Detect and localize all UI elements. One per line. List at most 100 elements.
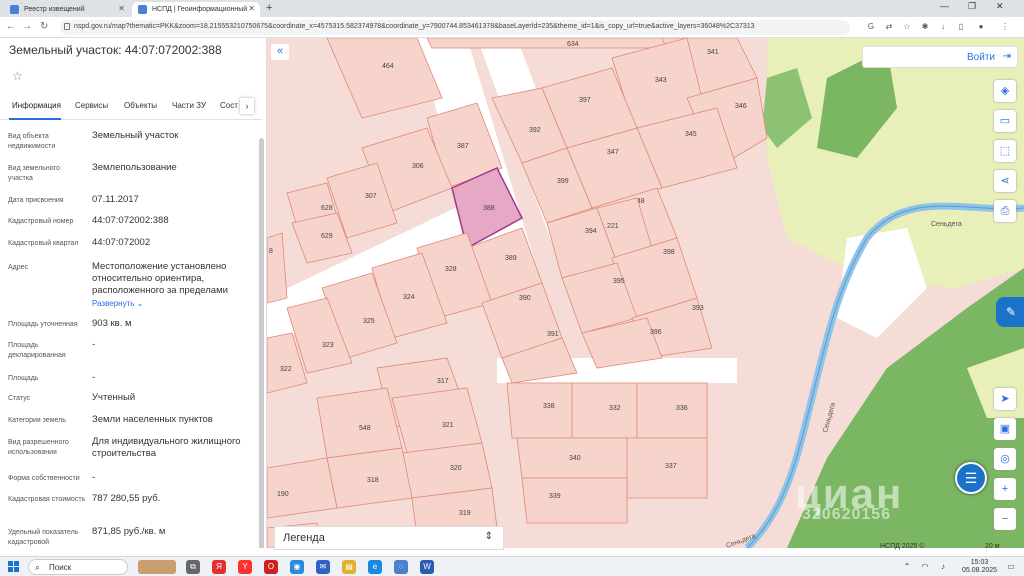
expand-link[interactable]: Развернуть ⌄: [92, 298, 257, 310]
close-icon[interactable]: ✕: [118, 4, 125, 13]
chevron-down-icon: ⌄: [136, 299, 144, 308]
plot-number: 390: [519, 295, 531, 302]
explorer-icon[interactable]: ▤: [342, 560, 356, 574]
plot-number: 343: [655, 77, 667, 84]
site-icon: [10, 5, 19, 14]
plot-number: 394: [585, 228, 597, 235]
favorite-star-icon[interactable]: ☆: [12, 69, 23, 83]
print-button[interactable]: ⎙: [994, 200, 1016, 222]
network-icon[interactable]: ◠: [918, 560, 932, 574]
yandex-browser-icon[interactable]: Y: [238, 560, 252, 574]
tab-parts[interactable]: Части ЗУ: [172, 101, 206, 110]
select-area-button[interactable]: ⬚: [994, 140, 1016, 162]
taskbar-search[interactable]: ⌕ Поиск: [28, 559, 128, 575]
close-window-icon[interactable]: ✕: [996, 1, 1004, 12]
geolocation-button[interactable]: ◎: [994, 448, 1016, 470]
cadastral-plot[interactable]: [521, 477, 628, 524]
chrome-icon[interactable]: ◌: [394, 560, 408, 574]
edge-icon[interactable]: e: [368, 560, 382, 574]
zoom-out-button[interactable]: −: [994, 508, 1016, 530]
cadastral-plot[interactable]: [267, 457, 338, 519]
notification-icon[interactable]: ▭: [1004, 560, 1018, 574]
cadastral-map[interactable]: 634 464 341 343 346 397 392 345 387 347 306 399 307 6…: [267, 38, 1024, 548]
new-tab-icon[interactable]: +: [266, 2, 272, 14]
plot-number: 548: [359, 425, 371, 432]
mail-icon[interactable]: ✉: [316, 560, 330, 574]
maximize-icon[interactable]: ❐: [968, 1, 976, 12]
browser-tab-1[interactable]: Реестр извещений ✕: [4, 2, 130, 17]
tab-info[interactable]: Информация: [12, 101, 61, 110]
download-icon[interactable]: ↓: [938, 22, 948, 32]
browser-tab-bar: Реестр извещений ✕ НСПД | Геоинформацион…: [0, 0, 1024, 17]
yandex-icon[interactable]: Я: [212, 560, 226, 574]
login-button[interactable]: Войти ⇥: [862, 46, 1018, 68]
cadastral-plot[interactable]: [426, 38, 668, 49]
cadastral-plot[interactable]: [316, 387, 403, 459]
field-label: Площадь декларированная: [8, 342, 66, 359]
cadastral-plot[interactable]: [391, 387, 483, 454]
layers-button[interactable]: ◈: [994, 80, 1016, 102]
cadastral-plot[interactable]: [636, 382, 708, 439]
opera-icon[interactable]: O: [264, 560, 278, 574]
tab-composition[interactable]: Сост: [220, 101, 238, 110]
plot-number: 320: [450, 465, 462, 472]
share-button[interactable]: ⋖: [994, 170, 1016, 192]
cadastral-plot[interactable]: [571, 382, 638, 439]
task-view-icon[interactable]: ⧉: [186, 560, 200, 574]
map-canvas[interactable]: 634 464 341 343 346 397 392 345 387 347 306 399 307 6…: [267, 38, 1024, 548]
plus-icon: +: [1001, 483, 1009, 495]
minimize-icon[interactable]: —: [940, 1, 949, 11]
plot-number: 389: [505, 255, 517, 262]
chevron-updown-icon: ⇕: [484, 531, 493, 542]
forward-icon[interactable]: →: [22, 21, 32, 32]
plot-number: 328: [445, 266, 457, 273]
address-bar-row: ← → ↻ nspd.gov.ru/map?thematic=PKK&zoom=…: [0, 17, 1024, 38]
river-label: Сеньдега: [931, 221, 962, 228]
plot-number: 395: [613, 278, 625, 285]
tray-chevron-icon[interactable]: ⌃: [900, 560, 914, 574]
bookmark-star-icon[interactable]: ☆: [902, 22, 912, 32]
sidebar-icon[interactable]: ▯: [956, 22, 966, 32]
locate-button[interactable]: ➤: [994, 388, 1016, 410]
map-scale: 20 м: [985, 543, 1000, 550]
system-clock[interactable]: 15:03 05.08.2025: [962, 559, 997, 575]
minimap-button[interactable]: ▣: [994, 418, 1016, 440]
tab-objects[interactable]: Объекты: [124, 101, 157, 110]
assistant-badge[interactable]: ✎: [996, 297, 1024, 327]
legend-label: Легенда: [283, 532, 325, 544]
back-icon[interactable]: ←: [6, 21, 16, 32]
layers-icon: ◈: [1000, 85, 1010, 97]
cadastral-plot[interactable]: [267, 232, 288, 304]
zoom-in-button[interactable]: +: [994, 478, 1016, 500]
menu-icon[interactable]: ⋮: [1000, 22, 1010, 32]
cadastral-plot[interactable]: [506, 382, 573, 439]
firefox-icon[interactable]: ◉: [290, 560, 304, 574]
news-widget-icon[interactable]: [138, 560, 176, 574]
legend-dropdown[interactable]: Легенда ⇕: [274, 526, 504, 550]
field-label: Удельный показатель кадастровой: [8, 529, 79, 546]
close-icon[interactable]: ✕: [248, 4, 255, 13]
chevron-right-icon[interactable]: ›: [240, 98, 254, 114]
panel-scrollbar[interactable]: [259, 138, 264, 548]
chat-button[interactable]: ☰: [955, 462, 987, 494]
field-value: 44:07:072002:388: [92, 215, 169, 226]
extensions-icon[interactable]: ✱: [920, 22, 930, 32]
translate-icon[interactable]: ⇄: [884, 22, 894, 32]
browser-tab-2[interactable]: НСПД | Геоинформационный ✕: [132, 2, 260, 17]
field-value: Для индивидуального жилищного строительс…: [92, 436, 241, 459]
tab-services[interactable]: Сервисы: [75, 101, 108, 110]
field-label: Площадь: [8, 375, 39, 382]
volume-icon[interactable]: ♪: [936, 560, 950, 574]
plot-number: 391: [547, 331, 559, 338]
word-icon[interactable]: W: [420, 560, 434, 574]
url-input[interactable]: nspd.gov.ru/map?thematic=PKK&zoom=18.215…: [60, 20, 850, 35]
field-label: Статус: [8, 395, 31, 402]
google-icon[interactable]: G: [866, 22, 876, 32]
reload-icon[interactable]: ↻: [40, 21, 48, 32]
collapse-panel-button[interactable]: «: [271, 44, 289, 60]
windows-start-icon[interactable]: [8, 561, 20, 573]
profile-icon[interactable]: ●: [976, 22, 986, 32]
clock-time: 15:03: [970, 559, 989, 566]
plot-number: 322: [280, 366, 292, 373]
measure-button[interactable]: ▭: [994, 110, 1016, 132]
